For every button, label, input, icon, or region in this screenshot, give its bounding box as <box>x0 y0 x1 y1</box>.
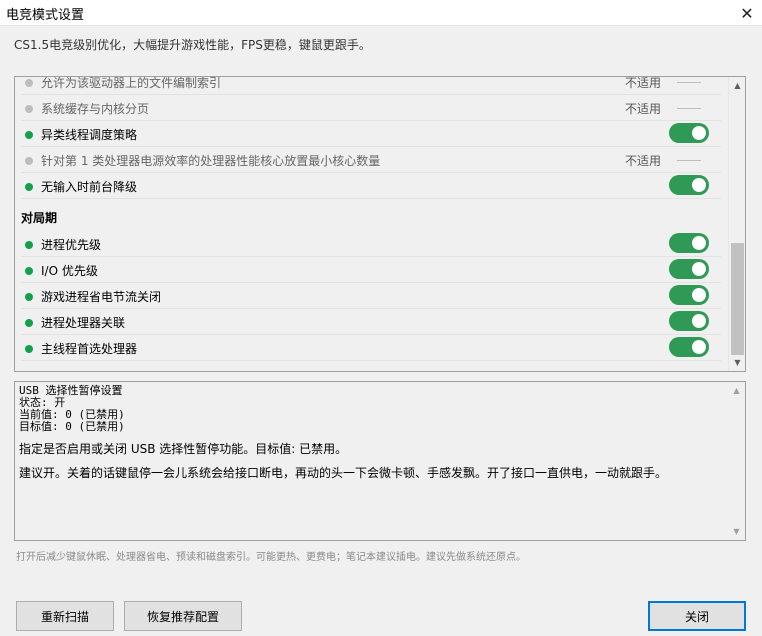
list-item: 针对第 1 类处理器电源效率的处理器性能核心放置最小核心数量 不适用 <box>21 147 721 173</box>
list-item: 异类线程调度策略 <box>21 121 721 147</box>
list-item-label: 游戏进程省电节流关闭 <box>41 290 162 304</box>
status-dot <box>25 79 33 87</box>
detail-panel[interactable]: USB 选择性暂停设置 状态: 开 当前值: 0 (已禁用) 目标值: 0 (已… <box>14 381 746 541</box>
list-item-label: 无输入时前台降级 <box>41 180 138 194</box>
window-title: 电竞模式设置 <box>6 8 85 23</box>
not-applicable-label: 不适用 <box>625 154 662 168</box>
list-item-label: 系统缓存与内核分页 <box>41 102 150 116</box>
toggle-switch[interactable] <box>669 175 709 195</box>
toggle-switch[interactable] <box>669 123 709 143</box>
not-applicable-label: 不适用 <box>625 102 662 116</box>
status-dot <box>25 293 33 301</box>
list-item: 游戏进程省电节流关闭 <box>21 283 721 309</box>
toggle-knob <box>692 236 706 250</box>
list-item-label: 进程处理器关联 <box>41 316 126 330</box>
not-applicable-label: 不适用 <box>625 76 662 90</box>
disabled-toggle-placeholder <box>677 160 701 161</box>
toggle-switch[interactable] <box>669 311 709 331</box>
footnote: 打开后减少键鼠休眠、处理器省电、预读和磁盘索引。可能更热、更费电；笔记本建议插电… <box>16 552 526 563</box>
settings-list-content: 允许为该驱动器上的文件编制索引 不适用 系统缓存与内核分页 不适用 异类线程调度… <box>21 76 721 361</box>
list-item-label: I/O 优先级 <box>41 264 98 278</box>
subtitle: CS1.5电竞级别优化，大幅提升游戏性能，FPS更稳，键鼠更跟手。 <box>14 38 371 52</box>
toggle-knob <box>692 340 706 354</box>
detail-advice: 建议开。关着的话键鼠停一会儿系统会给接口断电，再动的头一下会微卡顿、手感发飘。开… <box>19 466 668 480</box>
rescan-button[interactable]: 重新扫描 <box>16 601 114 631</box>
close-icon[interactable]: ✕ <box>732 0 762 26</box>
toggle-knob <box>692 288 706 302</box>
list-item: I/O 优先级 <box>21 257 721 283</box>
section-header: 对局期 <box>21 199 721 231</box>
list-item-label: 进程优先级 <box>41 238 102 252</box>
toggle-switch[interactable] <box>669 259 709 279</box>
disabled-toggle-placeholder <box>677 82 701 83</box>
list-item-label: 异类线程调度策略 <box>41 128 138 142</box>
toggle-switch[interactable] <box>669 233 709 253</box>
title-bar: 电竞模式设置 ✕ <box>0 0 762 26</box>
scroll-up-icon[interactable]: ▲ <box>728 382 745 399</box>
status-dot <box>25 157 33 165</box>
list-item-label: 针对第 1 类处理器电源效率的处理器性能核心放置最小核心数量 <box>41 154 381 168</box>
restore-recommended-button[interactable]: 恢复推荐配置 <box>124 601 242 631</box>
toggle-knob <box>692 178 706 192</box>
list-item: 允许为该驱动器上的文件编制索引 不适用 <box>21 76 721 95</box>
list-item: 进程优先级 <box>21 231 721 257</box>
status-dot <box>25 183 33 191</box>
detail-text: USB 选择性暂停设置 状态: 开 当前值: 0 (已禁用) 目标值: 0 (已… <box>19 385 719 481</box>
close-button[interactable]: 关闭 <box>648 601 746 631</box>
scroll-up-icon[interactable]: ▲ <box>729 77 745 94</box>
list-item: 主线程首选处理器 <box>21 335 721 361</box>
status-dot <box>25 345 33 353</box>
list-item-label: 允许为该驱动器上的文件编制索引 <box>41 76 222 90</box>
scrollbar-thumb[interactable] <box>731 243 744 355</box>
toggle-switch[interactable] <box>669 285 709 305</box>
toggle-knob <box>692 262 706 276</box>
section-title: 对局期 <box>21 211 58 225</box>
list-scrollbar[interactable]: ▲ ▼ <box>728 77 745 371</box>
status-dot <box>25 241 33 249</box>
list-item: 系统缓存与内核分页 不适用 <box>21 95 721 121</box>
toggle-switch[interactable] <box>669 337 709 357</box>
settings-list[interactable]: 允许为该驱动器上的文件编制索引 不适用 系统缓存与内核分页 不适用 异类线程调度… <box>14 76 746 372</box>
list-item: 无输入时前台降级 <box>21 173 721 199</box>
status-dot <box>25 267 33 275</box>
list-item: 进程处理器关联 <box>21 309 721 335</box>
scroll-down-icon[interactable]: ▼ <box>729 354 745 371</box>
status-dot <box>25 319 33 327</box>
toggle-knob <box>692 314 706 328</box>
disabled-toggle-placeholder <box>677 108 701 109</box>
scroll-down-icon[interactable]: ▼ <box>728 523 745 540</box>
detail-description: 指定是否启用或关闭 USB 选择性暂停功能。目标值: 已禁用。 <box>19 442 348 456</box>
status-dot <box>25 131 33 139</box>
list-item-label: 主线程首选处理器 <box>41 342 138 356</box>
toggle-knob <box>692 126 706 140</box>
status-dot <box>25 105 33 113</box>
detail-title: USB 选择性暂停设置 <box>19 384 123 397</box>
detail-scrollbar[interactable]: ▲ ▼ <box>728 382 745 540</box>
detail-target-value: 目标值: 0 (已禁用) <box>19 420 125 433</box>
